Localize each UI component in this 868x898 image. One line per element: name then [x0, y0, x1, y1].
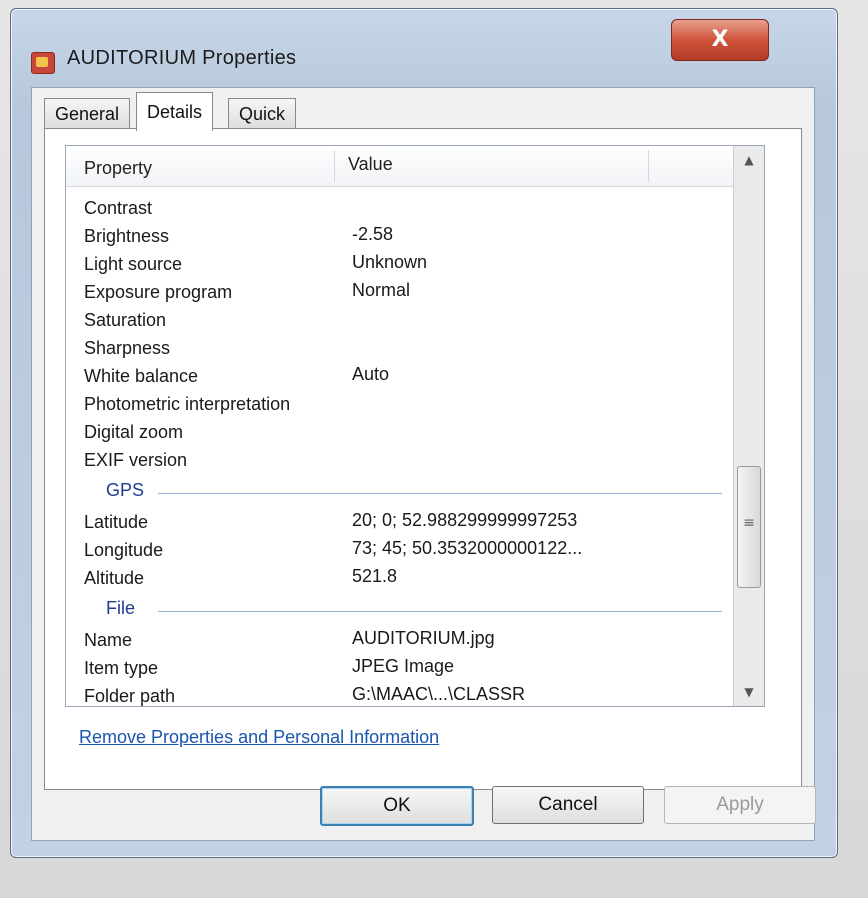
group-header-file[interactable]: File	[66, 596, 734, 626]
list-item[interactable]: Sharpness	[66, 336, 734, 364]
title-bar[interactable]: AUDITORIUM Properties X	[11, 9, 837, 87]
scroll-up-icon[interactable]: ▲	[734, 146, 764, 174]
list-item[interactable]: Brightness -2.58	[66, 224, 734, 252]
scroll-down-icon[interactable]: ▼	[734, 678, 764, 706]
list-item[interactable]: Light source Unknown	[66, 252, 734, 280]
property-value: Normal	[352, 280, 411, 300]
list-item[interactable]: Altitude 521.8	[66, 566, 734, 594]
property-name: Item type	[84, 658, 159, 678]
property-value: Unknown	[352, 252, 428, 272]
dialog-body: General Details Quick Heal Property Valu…	[31, 87, 816, 841]
property-value: Auto	[352, 364, 390, 384]
window-title: AUDITORIUM Properties	[67, 47, 297, 69]
vertical-scrollbar[interactable]: ▲ ≡ ▼	[733, 146, 764, 706]
property-name: Photometric interpretation	[84, 394, 291, 414]
list-item[interactable]: Longitude 73; 45; 50.3532000000122...	[66, 538, 734, 566]
property-name: Light source	[84, 254, 183, 274]
property-name: Sharpness	[84, 338, 171, 358]
property-name: Altitude	[84, 568, 145, 588]
scroll-thumb[interactable]: ≡	[737, 466, 761, 588]
property-name: Longitude	[84, 540, 164, 560]
property-name: White balance	[84, 366, 199, 386]
column-header-value[interactable]: Value	[348, 154, 393, 175]
ok-button[interactable]: OK	[320, 786, 474, 826]
property-value: AUDITORIUM.jpg	[352, 628, 495, 648]
group-label: File	[106, 598, 136, 618]
property-name: Folder path	[84, 686, 176, 706]
list-header: Property Value	[66, 146, 734, 187]
property-value: 20; 0; 52.988299999997253	[352, 510, 578, 530]
property-value: JPEG Image	[352, 656, 455, 676]
property-name: Name	[84, 630, 133, 650]
property-name: Saturation	[84, 310, 167, 330]
property-name: EXIF version	[84, 450, 188, 470]
column-header-property[interactable]: Property	[84, 158, 152, 179]
property-name: Contrast	[84, 198, 153, 218]
list-item[interactable]: Exposure program Normal	[66, 280, 734, 308]
remove-properties-link[interactable]: Remove Properties and Personal Informati…	[79, 727, 439, 748]
list-item[interactable]: Contrast	[66, 196, 734, 224]
tab-general[interactable]: General	[44, 98, 131, 129]
list-item[interactable]: White balance Auto	[66, 364, 734, 392]
property-name: Brightness	[84, 226, 170, 246]
file-icon	[31, 52, 55, 74]
list-item[interactable]: Item type JPEG Image	[66, 656, 734, 684]
property-value: G:\MAAC\...\CLASSR	[352, 684, 526, 704]
tab-quick-heal[interactable]: Quick Heal	[228, 98, 297, 154]
column-divider[interactable]	[648, 150, 649, 182]
list-item[interactable]: Photometric interpretation	[66, 392, 734, 420]
list-item[interactable]: Digital zoom	[66, 420, 734, 448]
list-item[interactable]: Latitude 20; 0; 52.988299999997253	[66, 510, 734, 538]
group-label: GPS	[106, 480, 145, 500]
group-divider	[158, 611, 722, 612]
grip-icon: ≡	[743, 515, 755, 531]
group-divider	[158, 493, 722, 494]
property-value: -2.58	[352, 224, 394, 244]
property-value: 73; 45; 50.3532000000122...	[352, 538, 583, 558]
group-header-gps[interactable]: GPS	[66, 478, 734, 508]
list-item[interactable]: Folder path G:\MAAC\...\CLASSR	[66, 684, 734, 706]
list-item[interactable]: Name AUDITORIUM.jpg	[66, 628, 734, 656]
details-panel: Property Value Contrast Brightness -2.58	[44, 128, 802, 790]
properties-list[interactable]: Property Value Contrast Brightness -2.58	[65, 145, 765, 707]
property-name: Latitude	[84, 512, 149, 532]
close-button[interactable]: X	[671, 19, 769, 61]
apply-button[interactable]: Apply	[664, 786, 816, 824]
properties-window: AUDITORIUM Properties X General Details …	[10, 8, 838, 858]
list-item[interactable]: EXIF version	[66, 448, 734, 476]
column-divider[interactable]	[334, 150, 335, 182]
property-value: 521.8	[352, 566, 398, 586]
cancel-button[interactable]: Cancel	[492, 786, 644, 824]
property-name: Digital zoom	[84, 422, 184, 442]
property-name: Exposure program	[84, 282, 233, 302]
list-rows: Contrast Brightness -2.58 Light source U…	[66, 186, 734, 706]
tab-details[interactable]: Details	[136, 92, 214, 131]
list-item[interactable]: Saturation	[66, 308, 734, 336]
